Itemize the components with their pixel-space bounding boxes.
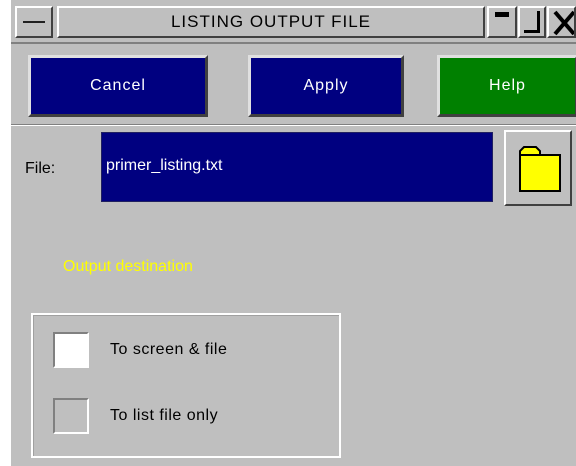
- to-screen-and-file-checkbox[interactable]: [53, 332, 89, 368]
- file-name-field[interactable]: primer_listing.txt: [101, 132, 493, 202]
- window-title: LISTING OUTPUT FILE: [57, 6, 485, 38]
- close-icon[interactable]: [547, 6, 576, 38]
- folder-icon: [519, 146, 561, 192]
- cancel-button[interactable]: Cancel: [28, 55, 208, 117]
- help-button[interactable]: Help: [437, 55, 576, 117]
- separator: [11, 124, 576, 126]
- system-menu-icon[interactable]: [15, 6, 53, 38]
- to-list-file-only-label: To list file only: [110, 407, 219, 424]
- title-bar: LISTING OUTPUT FILE: [11, 0, 576, 44]
- browse-folder-button[interactable]: [504, 130, 572, 206]
- minimize-icon[interactable]: [487, 6, 517, 38]
- file-label: File:: [25, 160, 56, 177]
- to-list-file-only-checkbox[interactable]: [53, 398, 89, 434]
- apply-button[interactable]: Apply: [248, 55, 404, 117]
- listing-output-file-window: LISTING OUTPUT FILE Cancel Apply Help Fi…: [9, 0, 576, 466]
- to-screen-and-file-label: To screen & file: [110, 341, 228, 358]
- maximize-icon[interactable]: [518, 6, 546, 38]
- output-destination-group: To screen & file To list file only: [31, 313, 341, 458]
- output-destination-heading: Output destination: [63, 258, 193, 275]
